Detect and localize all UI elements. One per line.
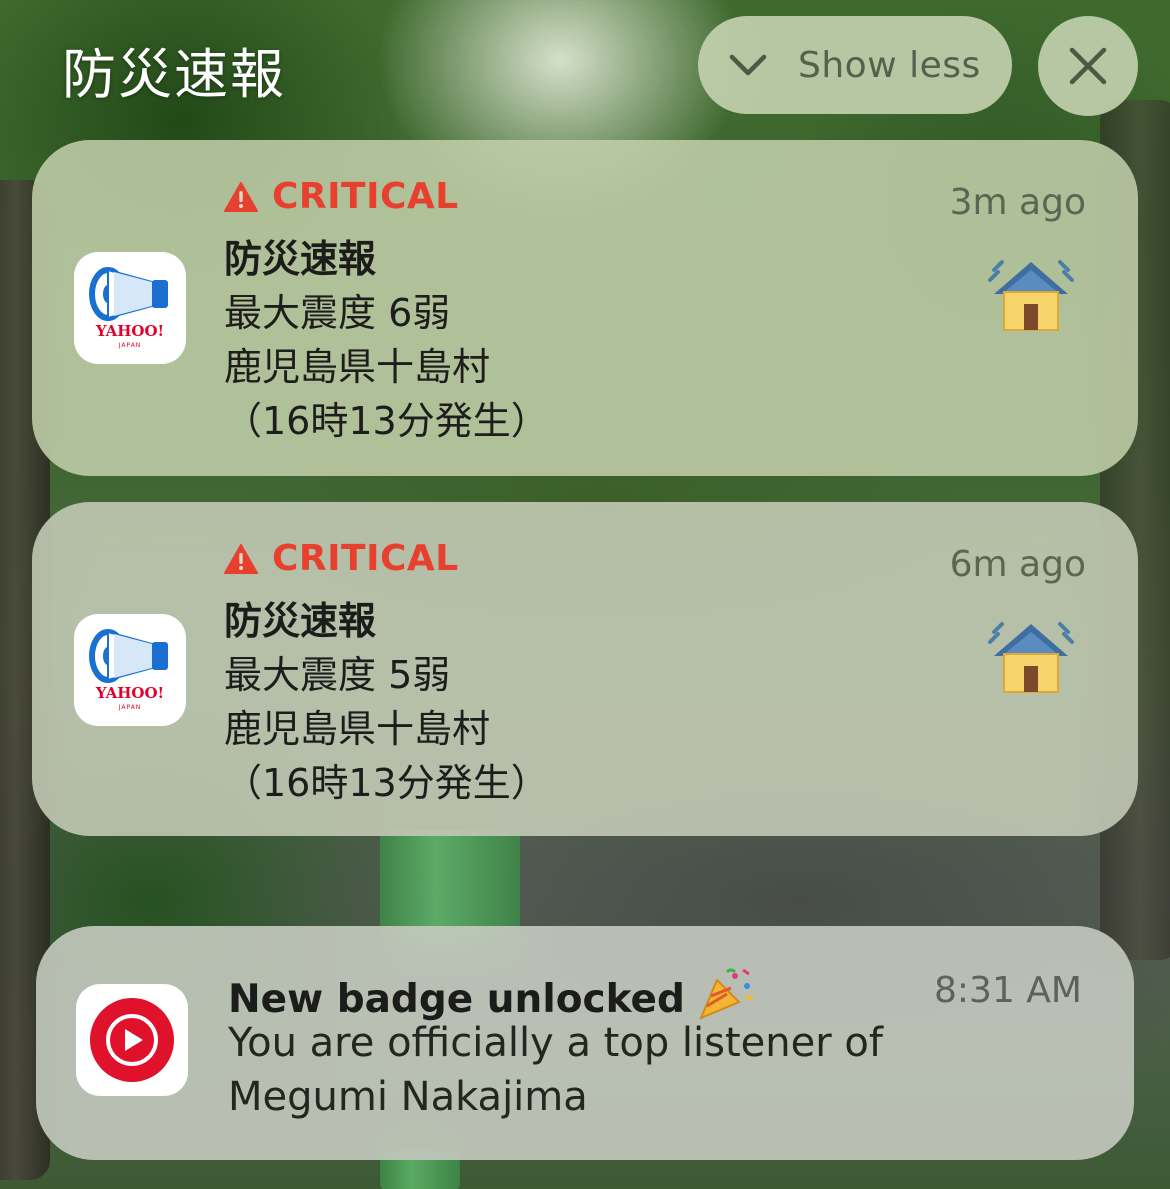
notification-card[interactable]: YAHOO! JAPAN CRITICAL 6m ago 防災速報 最大震度 5… <box>32 502 1138 836</box>
party-popper-icon <box>699 968 754 1020</box>
yahoo-logo-text: YAHOO! <box>95 684 165 702</box>
app-icon-bousai-sokuhou: YAHOO! JAPAN <box>74 252 186 364</box>
critical-label: CRITICAL <box>272 176 459 217</box>
clear-notifications-button[interactable] <box>1038 16 1138 116</box>
notification-card[interactable]: 8:31 AM New badge unlocked You are offic… <box>36 926 1134 1160</box>
notification-card[interactable]: YAHOO! JAPAN CRITICAL 3m ago 防災速報 最大震度 6… <box>32 140 1138 476</box>
earthquake-house-icon <box>988 260 1074 331</box>
chevron-down-icon <box>729 54 767 76</box>
warning-icon <box>224 543 258 574</box>
notification-body-line: 最大震度 5弱 <box>224 653 451 697</box>
notification-title: 防災速報 <box>224 237 377 281</box>
notification-title: New badge unlocked <box>228 966 755 1022</box>
critical-badge: CRITICAL <box>224 176 459 217</box>
notification-body-line: 最大震度 6弱 <box>224 291 451 335</box>
notification-title: 防災速報 <box>224 599 377 643</box>
notification-body-line: 鹿児島県十島村 <box>224 707 491 751</box>
notification-body-line: （16時13分発生） <box>224 761 549 805</box>
yahoo-logo-subtext: JAPAN <box>118 342 142 349</box>
yahoo-logo-text: YAHOO! <box>95 322 165 340</box>
play-icon <box>90 998 174 1082</box>
notification-time: 6m ago <box>949 544 1086 585</box>
notification-body-line: You are officially a top listener of <box>228 1020 883 1066</box>
critical-label: CRITICAL <box>272 538 459 579</box>
notification-body-line: （16時13分発生） <box>224 399 549 443</box>
app-icon-youtube-music <box>76 984 188 1096</box>
notification-group-title: 防災速報 <box>62 43 286 106</box>
notification-time: 3m ago <box>949 182 1086 223</box>
show-less-label: Show less <box>798 44 981 86</box>
notification-title-text: New badge unlocked <box>228 977 685 1022</box>
app-icon-bousai-sokuhou: YAHOO! JAPAN <box>74 614 186 726</box>
show-less-button[interactable]: Show less <box>698 16 1012 114</box>
notification-time: 8:31 AM <box>934 970 1082 1011</box>
close-icon <box>1069 47 1107 85</box>
earthquake-house-icon <box>988 622 1074 693</box>
critical-badge: CRITICAL <box>224 538 459 579</box>
notification-body-line: Megumi Nakajima <box>228 1074 588 1120</box>
notification-body-line: 鹿児島県十島村 <box>224 345 491 389</box>
yahoo-logo-subtext: JAPAN <box>118 704 142 711</box>
warning-icon <box>224 181 258 212</box>
